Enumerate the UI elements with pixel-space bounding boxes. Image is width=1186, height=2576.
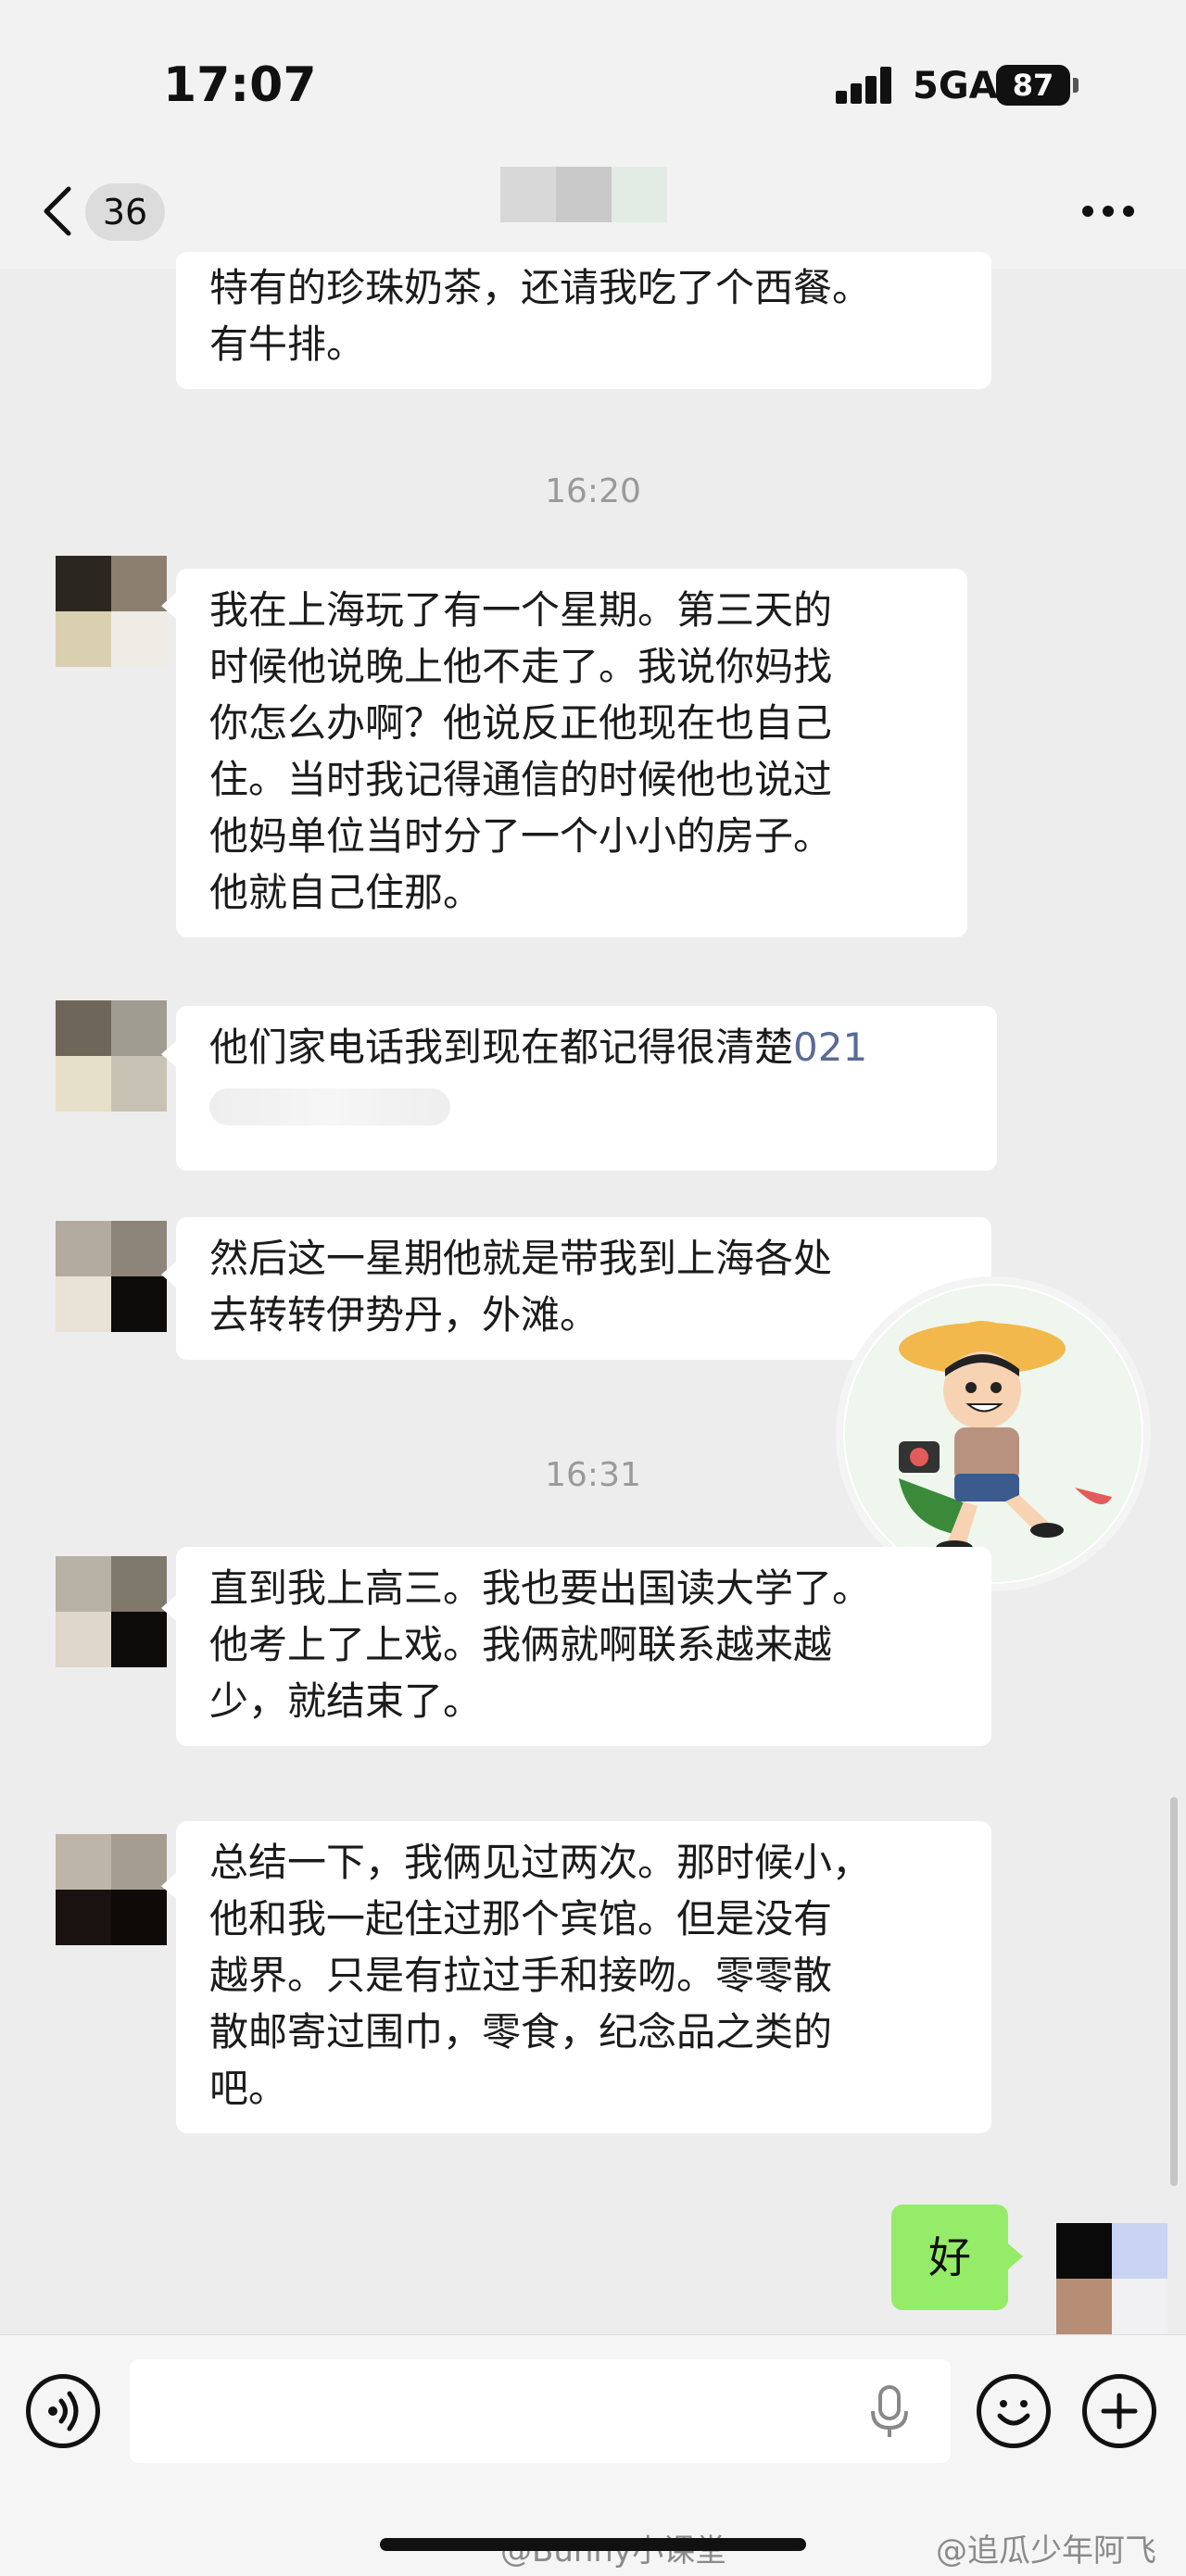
message-line: 少，就结束了。 [209, 1678, 483, 1724]
emoji-icon [997, 2400, 1030, 2426]
message-line: 越界。只是有拉过手和接吻。零零散 [209, 1953, 833, 1998]
avatar[interactable] [56, 1221, 167, 1332]
unread-count-badge[interactable]: 36 [85, 183, 165, 241]
plus-icon [1101, 2393, 1138, 2430]
bubble-tail [161, 1595, 176, 1621]
message-line: 有牛排。 [209, 321, 366, 367]
more-icon[interactable] [1082, 206, 1138, 219]
bubble-tail [161, 1873, 176, 1899]
message-bubble[interactable]: 直到我上高三。我也要出国读大学了。 他考上了上戏。我俩就啊联系越来越 少，就结束… [176, 1547, 991, 1746]
battery-icon: 87 [996, 65, 1070, 106]
my-avatar[interactable] [1056, 2223, 1167, 2334]
chat-title-redacted [500, 167, 667, 222]
avatar[interactable] [56, 1556, 167, 1667]
message-line: 总结一下，我俩见过两次。那时候小， [209, 1840, 872, 1885]
network-label: 5GA [913, 65, 998, 107]
message-text: 他们家电话我到现在都记得很清楚 [209, 1024, 794, 1070]
message-line: 你怎么办啊？他说反正他现在也自己 [209, 700, 833, 746]
home-indicator[interactable] [380, 2538, 806, 2551]
redacted-number [209, 1075, 964, 1132]
message-line: 直到我上高三。我也要出国读大学了。 [209, 1565, 872, 1611]
message-line: 时候他说晚上他不走了。我说你妈找 [209, 644, 833, 689]
sent-message-text: 好 [928, 2232, 971, 2282]
status-bar: 17:07 5GA 87 [0, 0, 1186, 157]
watermark-right: @追瓜少年阿飞 [936, 2532, 1156, 2570]
bubble-tail [1008, 2243, 1023, 2269]
message-line: 我在上海玩了有一个星期。第三天的 [209, 587, 833, 633]
status-time: 17:07 [163, 57, 317, 113]
timestamp: 16:31 [545, 1456, 641, 1494]
timestamp: 16:20 [545, 472, 641, 510]
sticker-image[interactable] [836, 1276, 1151, 1591]
plus-button[interactable] [1082, 2374, 1156, 2448]
avatar[interactable] [56, 556, 167, 667]
message-line: 他就自己住那。 [209, 870, 483, 915]
message-line: 他和我一起住过那个宾馆。但是没有 [209, 1896, 833, 1941]
signal-icon [836, 67, 897, 104]
message-bubble[interactable]: 特有的珍珠奶茶，还请我吃了个西餐。 有牛排。 [176, 252, 991, 389]
phone-number-link[interactable]: 021 [793, 1024, 867, 1070]
avatar[interactable] [56, 1000, 167, 1112]
message-line: 他妈单位当时分了一个小小的房子。 [209, 813, 833, 859]
message-bubble[interactable]: 总结一下，我俩见过两次。那时候小， 他和我一起住过那个宾馆。但是没有 越界。只是… [176, 1821, 991, 2133]
message-bubble[interactable]: 我在上海玩了有一个星期。第三天的 时候他说晚上他不走了。我说你妈找 你怎么办啊？… [176, 569, 967, 937]
message-line: 他考上了上戏。我俩就啊联系越来越 [209, 1622, 833, 1667]
battery-tip [1073, 78, 1079, 93]
message-line: 住。当时我记得通信的时候他也说过 [209, 757, 833, 802]
message-bubble[interactable]: 他们家电话我到现在都记得很清楚021 [176, 1006, 997, 1171]
message-line: 然后这一星期他就是带我到上海各处 [209, 1236, 833, 1281]
voice-icon [48, 2391, 79, 2431]
cartoon-boy-icon [845, 1286, 1142, 1582]
back-icon[interactable] [39, 185, 76, 237]
bubble-tail [161, 1041, 176, 1067]
message-line: 散邮寄过围巾，零食，纪念品之类的 [209, 2009, 833, 2055]
message-line: 吧。 [209, 2066, 288, 2111]
voice-input-button[interactable] [26, 2374, 100, 2448]
sent-message-bubble[interactable]: 好 [891, 2205, 1008, 2310]
message-line: 特有的珍珠奶茶，还请我吃了个西餐。 [209, 265, 872, 310]
bubble-tail [161, 593, 176, 619]
bubble-tail [161, 1262, 176, 1288]
scrollbar[interactable] [1170, 1797, 1178, 2186]
message-line: 他们家电话我到现在都记得很清楚021 [209, 1019, 964, 1075]
message-input[interactable] [130, 2359, 951, 2463]
emoji-button[interactable] [977, 2374, 1051, 2448]
avatar[interactable] [56, 1834, 167, 1945]
microphone-icon[interactable] [862, 2383, 917, 2441]
